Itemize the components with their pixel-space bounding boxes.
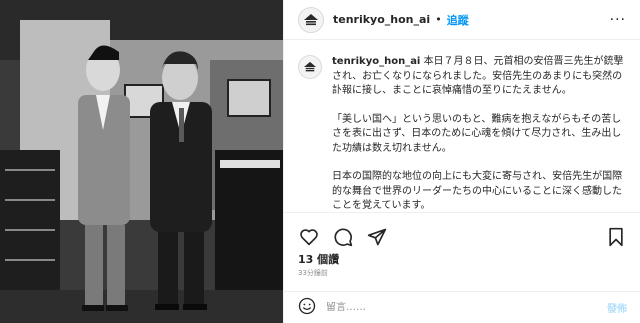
profile-avatar[interactable]: [298, 6, 324, 33]
post-comment-button[interactable]: 發佈: [607, 300, 627, 315]
post-timestamp[interactable]: 33分鐘前: [298, 268, 328, 278]
emoji-icon: [298, 297, 316, 314]
share-icon: [367, 228, 387, 245]
tenrikyo-logo-icon: [304, 61, 316, 72]
post-photo[interactable]: [0, 0, 283, 323]
action-bar: [284, 212, 640, 252]
separator-dot: •: [435, 13, 442, 26]
comment-button[interactable]: [332, 226, 354, 248]
caption-area: tenrikyo_hon_ai 本日７月８日、元首相の安倍晋三先生が銃撃され、お…: [284, 41, 640, 212]
comment-input[interactable]: [326, 302, 607, 313]
post-header: tenrikyo_hon_ai • 追蹤 ···: [284, 0, 640, 40]
follow-button[interactable]: 追蹤: [447, 12, 469, 28]
save-button[interactable]: [605, 226, 627, 248]
caption-paragraph-3: 日本の国際的な地位の向上にも大変に寄与され、安倍先生が国際的な舞台で世界のリーダ…: [332, 171, 623, 211]
bookmark-icon: [609, 227, 623, 246]
photo-image: [0, 0, 283, 323]
share-button[interactable]: [366, 226, 388, 248]
heart-icon: [300, 228, 318, 245]
like-button[interactable]: [298, 226, 320, 248]
emoji-button[interactable]: [298, 297, 316, 319]
caption-avatar[interactable]: [298, 55, 322, 79]
more-options-icon[interactable]: ···: [610, 12, 626, 28]
post-panel: tenrikyo_hon_ai • 追蹤 ··· tenrikyo_hon_ai…: [283, 0, 640, 323]
tenrikyo-logo-icon: [304, 13, 318, 25]
comment-icon: [334, 227, 353, 246]
caption-text: tenrikyo_hon_ai 本日７月８日、元首相の安倍晋三先生が銃撃され、お…: [332, 55, 627, 212]
caption-username[interactable]: tenrikyo_hon_ai: [332, 56, 420, 67]
post-username[interactable]: tenrikyo_hon_ai: [333, 13, 430, 26]
likes-count[interactable]: 13 個讚: [298, 251, 339, 267]
comment-bar: 發佈: [284, 291, 640, 323]
caption-paragraph-2: 「美しい国へ」という思いのもと、難病を抱えながらもその苦しさを表に出さず、日本の…: [332, 113, 622, 154]
